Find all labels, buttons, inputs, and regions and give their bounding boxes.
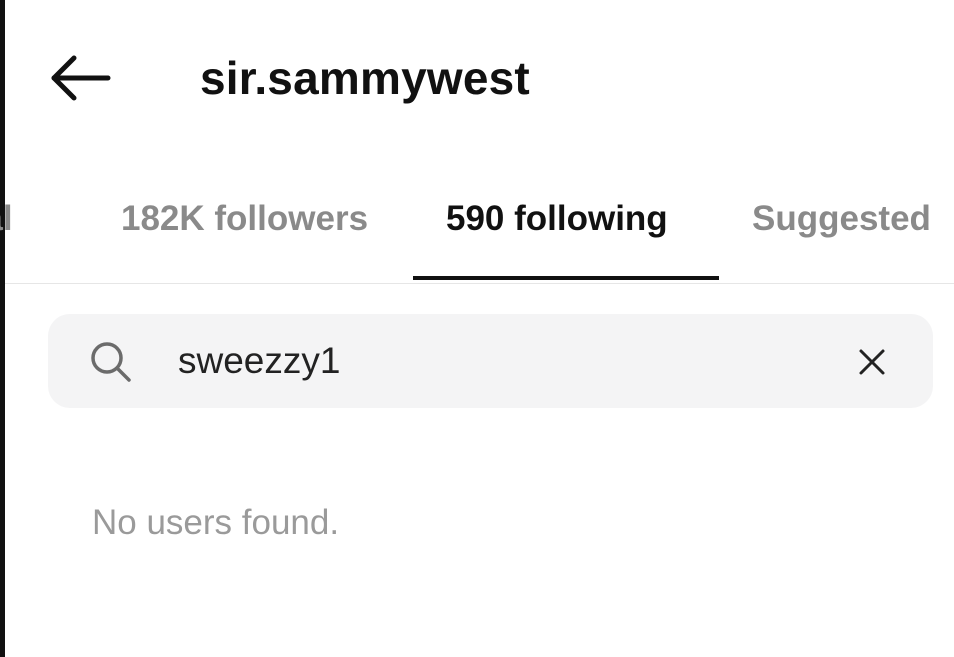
tab-bar: ual 182K followers 590 following Suggest… [0,190,954,285]
tab-mutual[interactable]: ual [0,190,13,248]
search-bar [48,314,933,408]
empty-state-message: No users found. [92,503,340,542]
clear-search-button[interactable] [848,338,896,386]
page-title: sir.sammywest [200,52,530,104]
back-button[interactable] [44,48,116,108]
search-icon [91,342,131,382]
tabs-divider [5,283,954,284]
search-input[interactable] [178,332,818,390]
tab-suggested[interactable]: Suggested [752,190,931,248]
tab-following[interactable]: 590 following [446,190,668,248]
tab-followers[interactable]: 182K followers [121,190,368,248]
arrow-left-icon [51,55,111,101]
close-icon [859,349,885,375]
active-tab-indicator [413,276,719,280]
following-screen: sir.sammywest ual 182K followers 590 fol… [0,0,954,657]
left-edge-border [0,0,5,657]
